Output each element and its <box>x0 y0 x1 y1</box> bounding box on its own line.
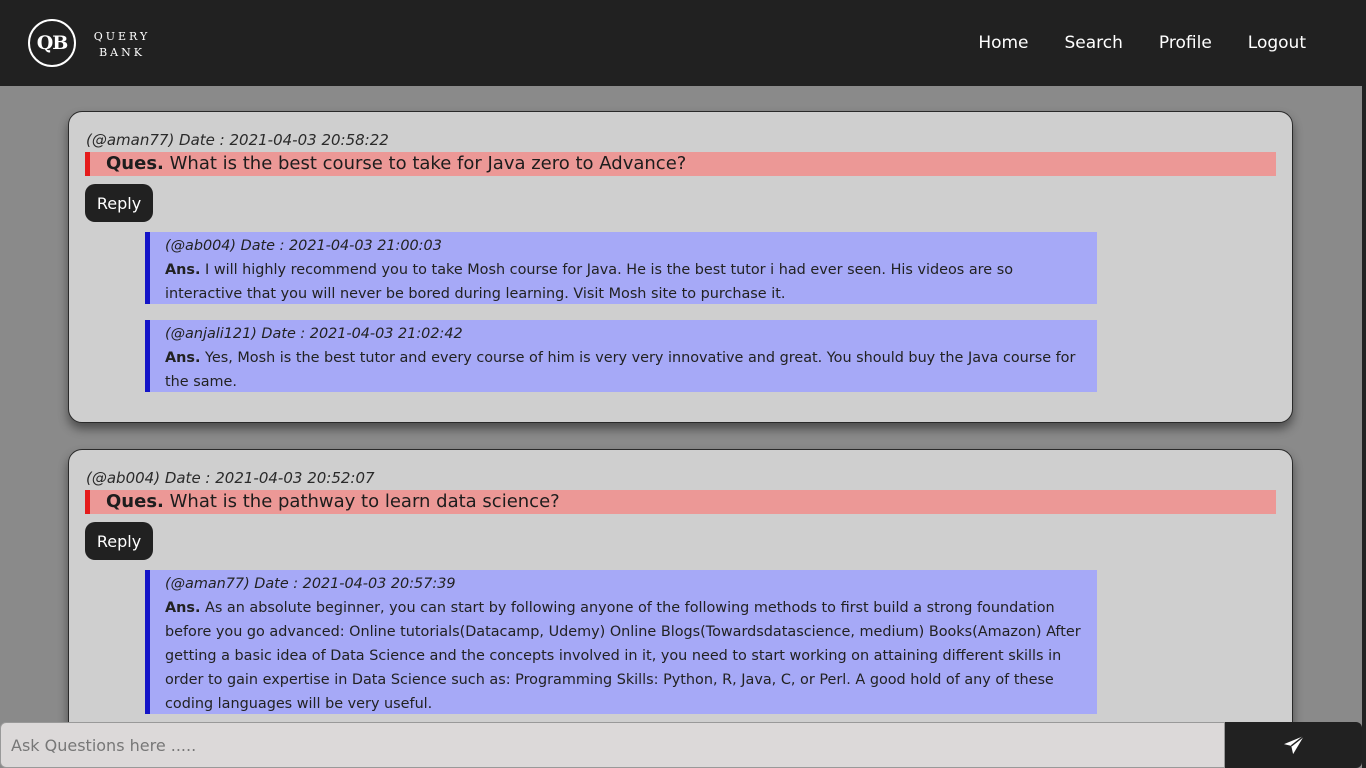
questions-feed[interactable]: (@aman77) Date : 2021-04-03 20:58:22 Que… <box>0 86 1362 722</box>
question-title: Ques. What is the best course to take fo… <box>85 152 1276 176</box>
nav-profile[interactable]: Profile <box>1159 33 1212 53</box>
question-prefix: Ques. <box>106 153 164 174</box>
answer-prefix: Ans. <box>165 262 201 278</box>
answer-body: Ans. I will highly recommend you to take… <box>165 258 1085 306</box>
reply-button[interactable]: Reply <box>85 522 153 560</box>
question-meta: (@ab004) Date : 2021-04-03 20:52:07 <box>86 469 375 487</box>
brand-name-line2: BANK <box>99 46 145 59</box>
logo-initials: QB <box>36 32 69 54</box>
question-card: (@ab004) Date : 2021-04-03 20:52:07 Ques… <box>68 449 1293 722</box>
answer-prefix: Ans. <box>165 600 201 616</box>
nav-links: Home Search Profile Logout <box>942 0 1306 86</box>
paper-plane-icon <box>1283 735 1304 755</box>
answer-body: Ans. Yes, Mosh is the best tutor and eve… <box>165 346 1085 394</box>
question-title: Ques. What is the pathway to learn data … <box>85 490 1276 514</box>
navbar: QB QUERY BANK Home Search Profile Logout <box>0 0 1366 86</box>
nav-logout[interactable]: Logout <box>1248 33 1306 53</box>
nav-home[interactable]: Home <box>978 33 1028 53</box>
send-button[interactable] <box>1225 722 1362 768</box>
question-prefix: Ques. <box>106 491 164 512</box>
answer-item: (@aman77) Date : 2021-04-03 20:57:39 Ans… <box>145 570 1097 714</box>
answer-text: I will highly recommend you to take Mosh… <box>165 262 1013 302</box>
ask-question-input[interactable] <box>0 722 1225 768</box>
brand-name-line1: QUERY <box>93 30 151 43</box>
question-meta: (@aman77) Date : 2021-04-03 20:58:22 <box>86 131 389 149</box>
answer-text: As an absolute beginner, you can start b… <box>165 600 1081 712</box>
question-text: What is the best course to take for Java… <box>169 153 687 174</box>
brand-name: QUERY BANK <box>92 29 152 61</box>
question-text: What is the pathway to learn data scienc… <box>169 491 560 512</box>
answer-prefix: Ans. <box>165 350 201 366</box>
answer-text: Yes, Mosh is the best tutor and every co… <box>165 350 1076 390</box>
answer-meta: (@aman77) Date : 2021-04-03 20:57:39 <box>165 576 456 592</box>
answer-meta: (@anjali121) Date : 2021-04-03 21:02:42 <box>165 326 463 342</box>
answer-item: (@ab004) Date : 2021-04-03 21:00:03 Ans.… <box>145 232 1097 304</box>
nav-search[interactable]: Search <box>1065 33 1123 53</box>
answer-item: (@anjali121) Date : 2021-04-03 21:02:42 … <box>145 320 1097 392</box>
answer-meta: (@ab004) Date : 2021-04-03 21:00:03 <box>165 238 442 254</box>
scrollbar[interactable] <box>1362 86 1366 768</box>
question-card: (@aman77) Date : 2021-04-03 20:58:22 Que… <box>68 111 1293 423</box>
reply-button[interactable]: Reply <box>85 184 153 222</box>
answer-body: Ans. As an absolute beginner, you can st… <box>165 596 1085 716</box>
ask-question-bar <box>0 722 1366 768</box>
logo[interactable]: QB <box>28 19 76 67</box>
